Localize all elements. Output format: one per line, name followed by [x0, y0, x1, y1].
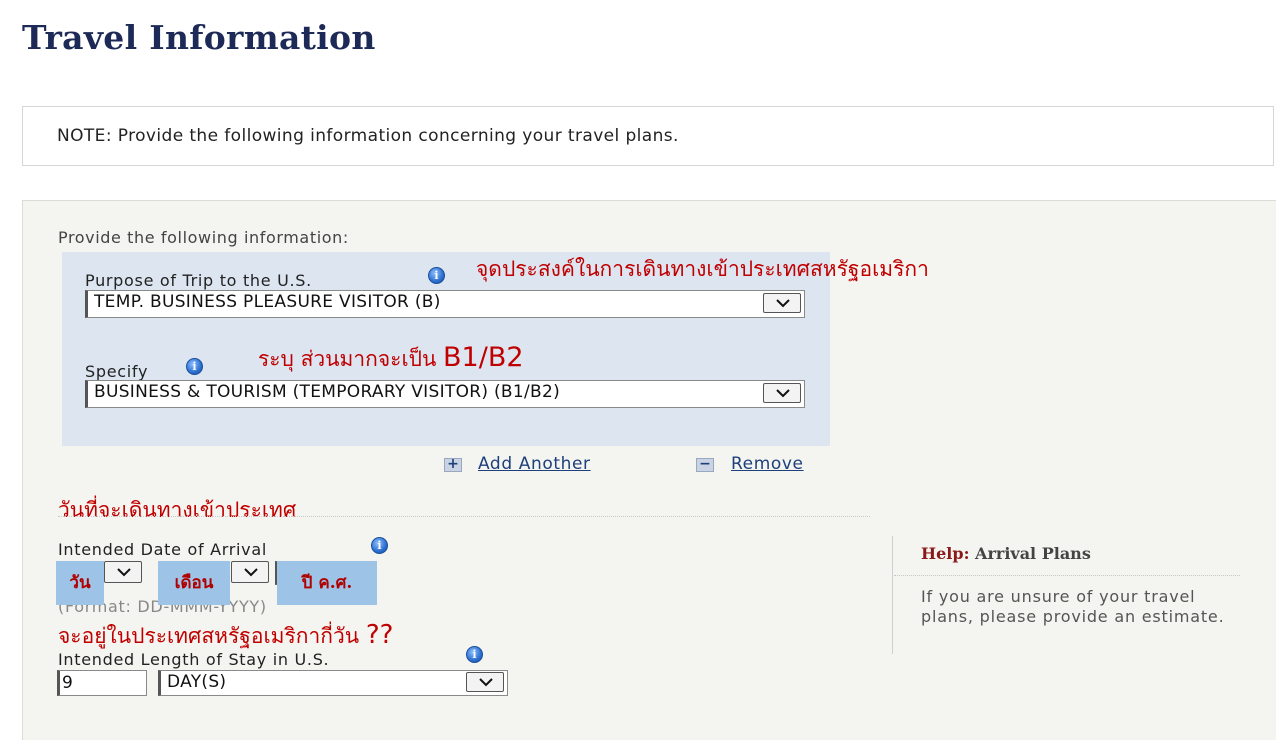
stay-length-input[interactable]: 9 [57, 670, 147, 696]
purpose-select-value: TEMP. BUSINESS PLEASURE VISITOR (B) [94, 292, 441, 312]
chevron-down-icon[interactable] [763, 293, 801, 313]
stay-unit-select[interactable]: DAY(S) [158, 670, 508, 696]
specify-label: Specify [85, 362, 149, 381]
specify-annotation: ระบุ ส่วนมากจะเป็น B1/B2 [258, 342, 524, 376]
note-box: NOTE: Provide the following information … [22, 106, 1274, 166]
info-icon[interactable]: i [186, 358, 203, 375]
help-title-prefix: Help: [921, 544, 970, 563]
note-text: NOTE: Provide the following information … [57, 126, 679, 146]
chevron-down-icon[interactable] [763, 383, 801, 403]
add-another-link[interactable]: Add Another [478, 454, 591, 474]
chevron-down-icon[interactable] [466, 672, 504, 692]
info-icon[interactable]: i [371, 537, 388, 554]
help-divider-line [894, 575, 1240, 576]
remove-link[interactable]: Remove [731, 454, 804, 474]
info-icon[interactable]: i [428, 267, 445, 284]
specify-annotation-thai: ระบุ ส่วนมากจะเป็น [258, 347, 444, 371]
month-badge: เดือน [158, 561, 230, 605]
month-select[interactable] [231, 561, 269, 583]
purpose-select[interactable]: TEMP. BUSINESS PLEASURE VISITOR (B) [85, 290, 805, 318]
help-title: Help: Arrival Plans [921, 544, 1091, 563]
add-icon[interactable]: + [444, 457, 462, 472]
purpose-label: Purpose of Trip to the U.S. [85, 271, 312, 290]
section-divider [58, 516, 870, 517]
day-badge: วัน [56, 561, 104, 605]
day-select[interactable] [104, 561, 142, 583]
stay-unit-value: DAY(S) [167, 672, 227, 692]
arrival-annotation: วันที่จะเดินทางเข้าประเทศ [58, 498, 297, 522]
info-icon[interactable]: i [466, 646, 483, 663]
help-text: If you are unsure of your travel plans, … [921, 587, 1225, 626]
stay-annotation-thai: จะอยู่ในประเทศสหรัฐอเมริกากี่วัน [58, 624, 366, 648]
specify-annotation-code: B1/B2 [443, 342, 524, 373]
help-divider [892, 536, 893, 654]
stay-annotation: จะอยู่ในประเทศสหรัฐอเมริกากี่วัน ?? [58, 620, 393, 653]
year-badge: ปี ค.ศ. [277, 561, 377, 605]
page-title: Travel Information [22, 18, 376, 57]
help-title-rest: Arrival Plans [969, 544, 1091, 563]
arrival-label: Intended Date of Arrival [58, 540, 267, 559]
stay-length-value: 9 [62, 673, 73, 693]
remove-icon[interactable]: − [696, 457, 714, 472]
purpose-annotation: จุดประสงค์ในการเดินทางเข้าประเทศสหรัฐอเม… [476, 257, 929, 281]
provide-label: Provide the following information: [58, 228, 349, 247]
stay-annotation-question: ?? [365, 620, 394, 650]
specify-select[interactable]: BUSINESS & TOURISM (TEMPORARY VISITOR) (… [85, 380, 805, 408]
specify-select-value: BUSINESS & TOURISM (TEMPORARY VISITOR) (… [94, 382, 561, 402]
